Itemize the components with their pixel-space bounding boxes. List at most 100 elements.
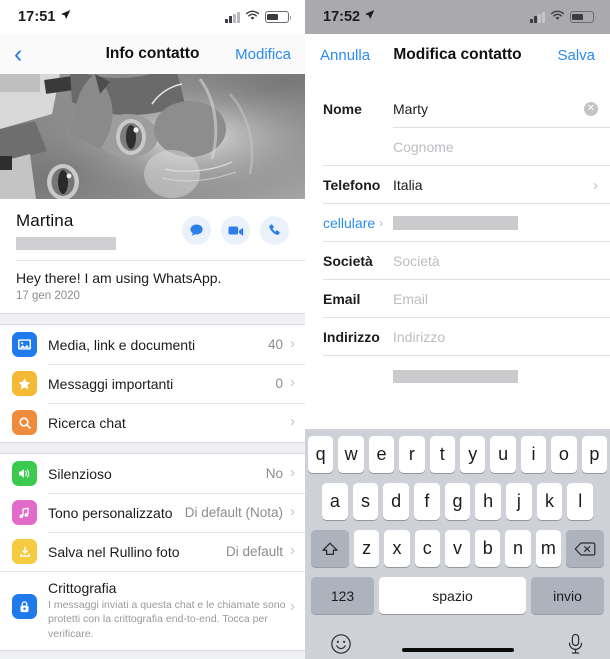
photo-icon xyxy=(12,332,37,357)
telefono-country-value[interactable]: Italia xyxy=(393,177,593,193)
edit-contact-sheet: Annulla Modifica contatto Salva Nome Mar… xyxy=(305,34,610,659)
email-input-placeholder[interactable]: Email xyxy=(393,291,598,307)
backspace-delete-icon[interactable] xyxy=(565,530,604,567)
status-bar-time: 17:52 xyxy=(323,9,361,25)
phone-icon xyxy=(267,223,282,238)
field-partial-hidden[interactable] xyxy=(305,356,610,394)
keyboard-row-1: q w e r t y u i o p xyxy=(307,436,608,473)
keyboard-row-4: 123 spazio invio xyxy=(308,577,607,614)
key-s[interactable]: s xyxy=(352,483,379,520)
row-messaggi-importanti[interactable]: Messaggi importanti 0 › xyxy=(0,364,305,403)
key-u[interactable]: u xyxy=(490,436,516,473)
indirizzo-input-placeholder[interactable]: Indirizzo xyxy=(393,329,598,345)
key-x[interactable]: x xyxy=(384,530,410,567)
key-q[interactable]: q xyxy=(307,436,334,473)
field-cellulare[interactable]: cellulare › xyxy=(305,204,610,242)
video-call-button[interactable] xyxy=(221,216,250,245)
status-block[interactable]: Hey there! I am using WhatsApp. 17 gen 2… xyxy=(0,261,305,313)
status-bar-time: 17:51 xyxy=(18,9,56,25)
chevron-right-icon: › xyxy=(290,413,295,430)
row-media-link-documenti[interactable]: Media, link e documenti 40 › xyxy=(0,325,305,364)
key-p[interactable]: p xyxy=(581,436,608,473)
key-z[interactable]: z xyxy=(354,530,380,567)
keyboard-row-3: z x c v b n m xyxy=(308,530,607,567)
key-g[interactable]: g xyxy=(444,483,471,520)
save-button[interactable]: Salva xyxy=(557,47,595,64)
smiley-face-icon[interactable] xyxy=(330,633,352,659)
key-a[interactable]: a xyxy=(321,483,348,520)
row-value: 40 xyxy=(267,337,283,352)
field-email[interactable]: Email Email xyxy=(305,280,610,318)
chevron-right-icon: › xyxy=(290,374,295,391)
row-ricerca-chat[interactable]: Ricerca chat › xyxy=(0,403,305,442)
numbers-key[interactable]: 123 xyxy=(311,577,374,614)
edit-button[interactable]: Modifica xyxy=(235,46,291,63)
key-c[interactable]: c xyxy=(414,530,440,567)
video-camera-icon xyxy=(227,224,244,237)
back-chevron-left-icon[interactable]: ‹ xyxy=(14,41,22,67)
key-m[interactable]: m xyxy=(535,530,561,567)
row-salva-rullino-foto[interactable]: Salva nel Rullino foto Di default › xyxy=(0,532,305,571)
row-crittografia[interactable]: Crittografia I messaggi inviati a questa… xyxy=(0,572,305,650)
row-description: I messaggi inviati a questa chat e le ch… xyxy=(48,599,286,640)
chevron-right-icon: › xyxy=(593,176,598,194)
cellular-signal-icon xyxy=(530,11,545,23)
keyboard-row-2: a s d f g h j k l xyxy=(308,483,607,520)
music-note-icon xyxy=(12,500,37,525)
field-label: Indirizzo xyxy=(323,329,380,345)
key-t[interactable]: t xyxy=(429,436,455,473)
nome-input-value[interactable]: Marty xyxy=(393,101,584,117)
keyboard-bottom-bar xyxy=(308,624,607,659)
key-o[interactable]: o xyxy=(551,436,577,473)
field-nome[interactable]: Nome Marty ✕ xyxy=(305,90,610,128)
row-label: Silenzioso xyxy=(48,465,112,482)
chevron-right-icon: › xyxy=(290,598,295,615)
cellulare-redaction-bar xyxy=(393,216,518,230)
field-cognome[interactable]: Cognome xyxy=(305,128,610,166)
microphone-icon[interactable] xyxy=(566,633,585,659)
key-k[interactable]: k xyxy=(536,483,563,520)
key-b[interactable]: b xyxy=(475,530,501,567)
message-button[interactable] xyxy=(182,216,211,245)
wifi-icon xyxy=(245,9,260,25)
home-indicator xyxy=(401,647,514,652)
clear-circle-icon[interactable]: ✕ xyxy=(584,102,598,116)
field-indirizzo[interactable]: Indirizzo Indirizzo xyxy=(305,318,610,356)
space-key[interactable]: spazio xyxy=(379,577,526,614)
key-l[interactable]: l xyxy=(567,483,594,520)
field-label: cellulare xyxy=(323,215,376,231)
key-h[interactable]: h xyxy=(475,483,502,520)
right-phone-panel: 17:52 Annulla Modifica contatto Salva No… xyxy=(305,0,610,659)
row-silenzioso[interactable]: Silenzioso No › xyxy=(0,454,305,493)
societa-input-placeholder[interactable]: Società xyxy=(393,253,598,269)
key-n[interactable]: n xyxy=(505,530,531,567)
field-telefono[interactable]: Telefono Italia › xyxy=(305,166,610,204)
field-societa[interactable]: Società Società xyxy=(305,242,610,280)
row-tono-personalizzato[interactable]: Tono personalizzato Di default (Nota) › xyxy=(0,493,305,532)
key-d[interactable]: d xyxy=(383,483,409,520)
screenshot-stage: 17:51 ‹ Info contatto Modifica Martina H… xyxy=(0,0,610,659)
section-notifiche: Silenzioso No › Tono personalizzato Di d… xyxy=(0,454,305,571)
row-label: Media, link e documenti xyxy=(48,336,196,353)
status-text: Hey there! I am using WhatsApp. xyxy=(16,270,222,286)
key-r[interactable]: r xyxy=(399,436,425,473)
cognome-input-placeholder[interactable]: Cognome xyxy=(393,139,598,155)
key-j[interactable]: j xyxy=(506,483,532,520)
cancel-button[interactable]: Annulla xyxy=(320,47,370,64)
shift-up-arrow-icon[interactable] xyxy=(311,530,350,567)
key-f[interactable]: f xyxy=(414,483,440,520)
chevron-right-icon: › xyxy=(290,464,295,481)
cellulare-type-button[interactable]: cellulare › xyxy=(323,215,393,231)
contact-photo-cat[interactable] xyxy=(0,74,305,199)
key-v[interactable]: v xyxy=(444,530,471,567)
key-y[interactable]: y xyxy=(460,436,486,473)
section-crittografia: Crittografia I messaggi inviati a questa… xyxy=(0,571,305,651)
key-w[interactable]: w xyxy=(338,436,364,473)
chat-bubble-icon xyxy=(189,223,204,238)
key-i[interactable]: i xyxy=(520,436,547,473)
voice-call-button[interactable] xyxy=(260,216,289,245)
return-key[interactable]: invio xyxy=(531,577,604,614)
row-value: 0 xyxy=(275,376,283,391)
chevron-right-icon: › xyxy=(290,503,295,520)
key-e[interactable]: e xyxy=(368,436,395,473)
